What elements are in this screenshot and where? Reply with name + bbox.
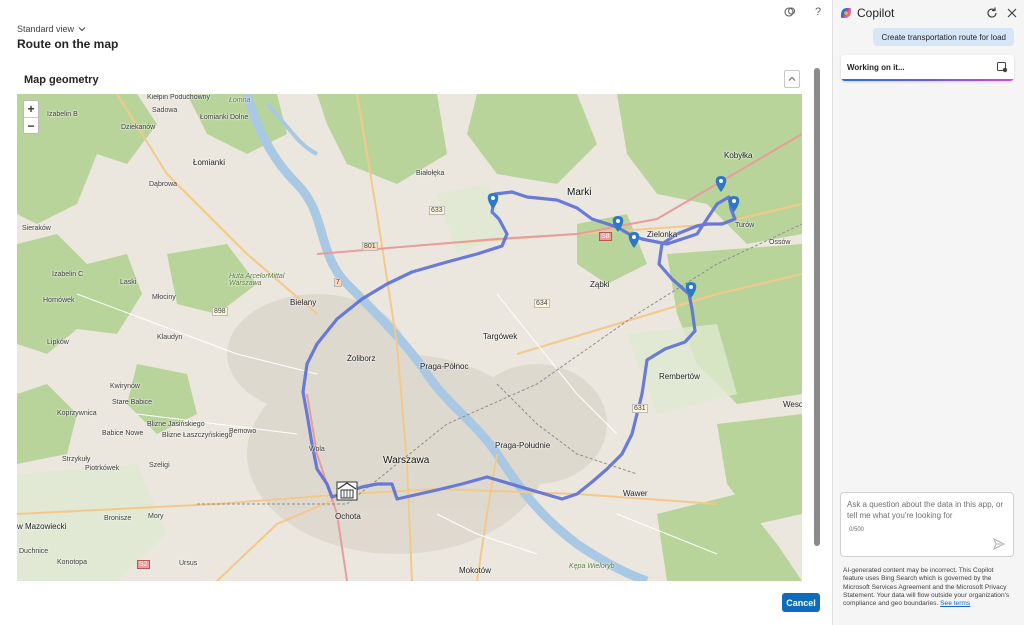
close-icon[interactable] [1005, 6, 1019, 20]
ask-input-box: 0/500 [840, 492, 1014, 557]
view-selector-label: Standard view [17, 24, 75, 34]
chevron-up-icon [788, 76, 796, 81]
page-title: Route on the map [17, 37, 119, 51]
stop-generating-icon[interactable] [996, 61, 1008, 73]
map-canvas[interactable] [17, 94, 802, 581]
send-icon[interactable] [993, 538, 1005, 550]
main-pane: Standard view Route on the map ? Map geo… [0, 0, 832, 625]
refresh-icon[interactable] [985, 6, 999, 20]
progress-bar [841, 79, 1014, 81]
zoom-out-button[interactable]: − [24, 117, 38, 133]
user-message: Create transportation route for load [873, 28, 1014, 46]
help-icon[interactable]: ? [810, 4, 826, 20]
copilot-title: Copilot [857, 6, 895, 20]
status-card: Working on it... [841, 55, 1014, 81]
chevron-down-icon [78, 27, 86, 32]
disclaimer-text: AI-generated content may be incorrect. T… [843, 567, 1010, 608]
copilot-pane: Copilot Create transportation route for … [833, 0, 1024, 625]
map-geometry-section: Map geometry [17, 70, 802, 90]
view-selector[interactable]: Standard view [17, 24, 86, 34]
copilot-header: Copilot [839, 6, 1019, 22]
char-count: 0/500 [849, 527, 865, 533]
warehouse-icon [336, 481, 358, 501]
top-toolbar: ? [782, 4, 826, 20]
copilot-logo-icon [841, 8, 851, 18]
zoom-control: + − [23, 100, 39, 134]
see-terms-link[interactable]: See terms [940, 600, 970, 607]
zoom-in-button[interactable]: + [24, 101, 38, 117]
vertical-scrollbar[interactable] [814, 68, 820, 546]
ask-input[interactable] [847, 499, 1009, 525]
ai-disclaimer: AI-generated content may be incorrect. T… [843, 567, 1015, 608]
section-title: Map geometry [24, 74, 99, 86]
collapse-button[interactable] [784, 70, 800, 88]
route-map[interactable]: + − Kiełpin Poduchowny Łomna Izabelin B … [17, 94, 802, 581]
status-text: Working on it... [847, 63, 905, 72]
copilot-toggle-icon[interactable] [782, 4, 798, 20]
cancel-button[interactable]: Cancel [782, 593, 820, 612]
